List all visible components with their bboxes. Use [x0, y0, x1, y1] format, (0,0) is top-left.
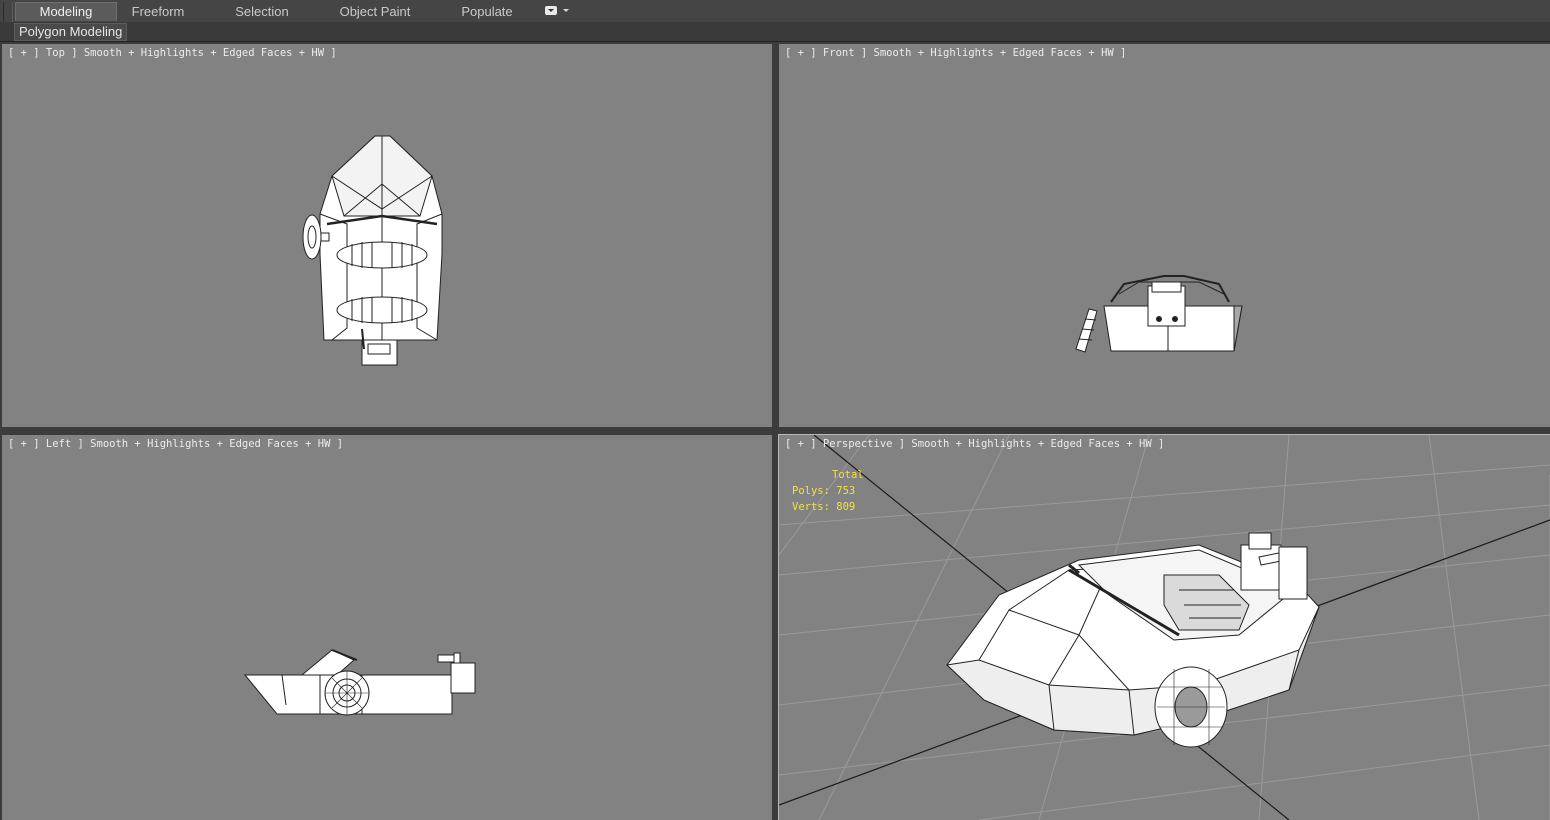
front-view-model	[1075, 275, 1243, 353]
polygon-stats: Total Polys: 753 Verts: 809	[792, 467, 864, 515]
tab-populate[interactable]: Populate	[452, 3, 522, 21]
tab-modeling[interactable]: Modeling	[15, 2, 117, 21]
viewport-left[interactable]: [ + ] Left ] Smooth + Highlights + Edged…	[2, 435, 772, 820]
panel-polygon-modeling[interactable]: Polygon Modeling	[14, 23, 128, 41]
viewport-label-left[interactable]: [ + ] Left ] Smooth + Highlights + Edged…	[8, 438, 343, 450]
left-view-model	[243, 649, 476, 716]
stats-verts: Verts: 809	[792, 501, 856, 513]
tab-selection[interactable]: Selection	[222, 3, 302, 21]
viewport-perspective[interactable]: [ + ] Perspective ] Smooth + Highlights …	[778, 434, 1550, 820]
ribbon-tab-bar: Modeling Freeform Selection Object Paint…	[0, 0, 1550, 40]
stats-polys: Polys: 753	[792, 485, 856, 497]
stats-total-label: Total	[832, 469, 864, 481]
viewport-top[interactable]: [ + ] Top ] Smooth + Highlights + Edged …	[2, 44, 772, 427]
viewport-label-front[interactable]: [ + ] Front ] Smooth + Highlights + Edge…	[785, 47, 1126, 59]
tab-freeform[interactable]: Freeform	[118, 3, 198, 21]
top-view-model	[302, 135, 443, 366]
ribbon-options-icon[interactable]	[545, 6, 557, 15]
viewport-front[interactable]: [ + ] Front ] Smooth + Highlights + Edge…	[779, 44, 1550, 427]
chevron-down-icon[interactable]	[563, 9, 569, 12]
perspective-view-model	[779, 435, 1550, 820]
ribbon-panel-row: Polygon Modeling	[0, 22, 1550, 42]
viewport-label-perspective[interactable]: [ + ] Perspective ] Smooth + Highlights …	[785, 438, 1164, 450]
viewport-label-top[interactable]: [ + ] Top ] Smooth + Highlights + Edged …	[8, 47, 337, 59]
tab-object-paint[interactable]: Object Paint	[330, 3, 420, 21]
